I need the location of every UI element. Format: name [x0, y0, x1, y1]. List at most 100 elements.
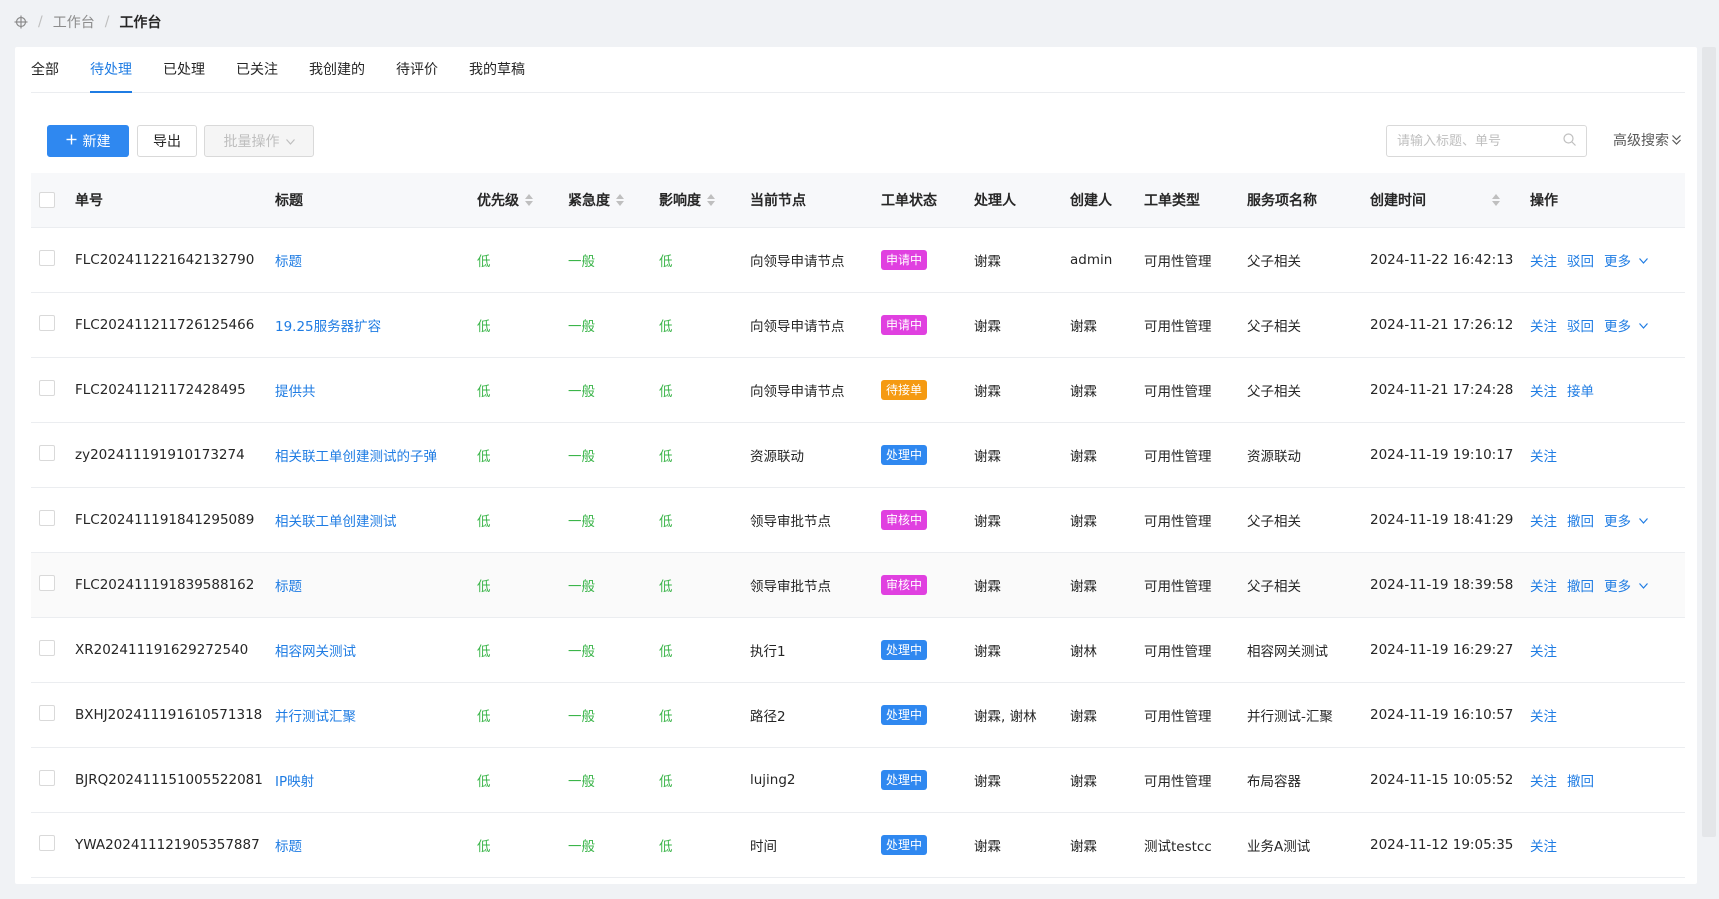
order-title-link[interactable]: 标题: [275, 835, 477, 855]
order-title-link[interactable]: IP映射: [275, 770, 477, 790]
accept-link[interactable]: 接单: [1567, 380, 1594, 400]
breadcrumb-item-workbench[interactable]: 工作台: [53, 12, 95, 32]
sort-icon[interactable]: [1492, 194, 1500, 206]
new-button[interactable]: 新建: [47, 125, 129, 157]
follow-link[interactable]: 关注: [1530, 770, 1557, 790]
search-input[interactable]: [1397, 133, 1563, 149]
table-row[interactable]: FLC202411211726125466 19.25服务器扩容低一般低向领导申请…: [31, 293, 1685, 358]
table-row[interactable]: XR202411191629272540 相容网关测试低一般低执行1 处理中 谢霖 谢林…: [31, 618, 1685, 683]
order-title-link[interactable]: 相关联工单创建测试的子弹: [275, 445, 477, 465]
search-field[interactable]: [1386, 125, 1587, 157]
created-at: 2024-11-15 10:05:52: [1370, 772, 1514, 788]
tab-processed[interactable]: 已处理: [148, 47, 221, 92]
table-header: 单号 标题 优先级 紧急度 影响度 当前节点 工单状态 处理人 创建人 工单类型…: [31, 173, 1685, 228]
order-title-link[interactable]: 19.25服务器扩容: [275, 315, 477, 335]
table-row[interactable]: FLC202411191841295089 相关联工单创建测试低一般低领导审批节点…: [31, 488, 1685, 553]
row-checkbox[interactable]: [39, 250, 55, 266]
creator: admin: [1070, 252, 1113, 268]
table-row[interactable]: zy202411191910173274 相关联工单创建测试的子弹低一般低资源联动…: [31, 423, 1685, 488]
sort-icon[interactable]: [525, 194, 533, 206]
page-scrollbar[interactable]: [1702, 47, 1716, 837]
follow-link[interactable]: 关注: [1530, 315, 1557, 335]
order-title-link[interactable]: 相容网关测试: [275, 640, 477, 660]
status-badge: 待接单: [881, 380, 928, 400]
table-row[interactable]: FLC202411221642132790 标题低一般低向领导申请节点 申请中 谢霖 a…: [31, 228, 1685, 293]
search-icon[interactable]: [1563, 132, 1576, 150]
row-checkbox[interactable]: [39, 315, 55, 331]
withdraw-link[interactable]: 撤回: [1567, 770, 1594, 790]
row-checkbox[interactable]: [39, 445, 55, 461]
order-no: XR202411191629272540: [75, 642, 249, 658]
crosshair-icon[interactable]: [14, 15, 28, 29]
breadcrumb-separator: /: [104, 14, 110, 30]
more-dropdown[interactable]: 更多: [1604, 250, 1648, 270]
order-no: zy202411191910173274: [75, 447, 245, 463]
order-no: YWA202411121905357887: [75, 837, 260, 853]
follow-link[interactable]: 关注: [1530, 835, 1557, 855]
header-impact[interactable]: 影响度: [659, 190, 750, 210]
service-name: 并行测试-汇聚: [1247, 709, 1333, 725]
table-row[interactable]: YWA202411121905357887 标题低一般低时间 处理中 谢霖 谢霖 测试te…: [31, 813, 1685, 878]
follow-link[interactable]: 关注: [1530, 705, 1557, 725]
select-all-checkbox[interactable]: [39, 192, 55, 208]
current-node: 执行1: [750, 644, 786, 660]
sort-icon[interactable]: [707, 194, 715, 206]
row-checkbox[interactable]: [39, 835, 55, 851]
tab-drafts[interactable]: 我的草稿: [454, 47, 541, 92]
row-checkbox[interactable]: [39, 380, 55, 396]
row-actions: 关注 撤回 更多: [1530, 575, 1670, 595]
workorder-table: 单号 标题 优先级 紧急度 影响度 当前节点 工单状态 处理人 创建人 工单类型…: [31, 173, 1685, 878]
created-at: 2024-11-19 16:29:27: [1370, 642, 1514, 658]
more-dropdown[interactable]: 更多: [1604, 315, 1648, 335]
follow-link[interactable]: 关注: [1530, 380, 1557, 400]
impact: 低: [659, 449, 673, 465]
follow-link[interactable]: 关注: [1530, 575, 1557, 595]
more-dropdown[interactable]: 更多: [1604, 575, 1648, 595]
follow-link[interactable]: 关注: [1530, 250, 1557, 270]
row-checkbox[interactable]: [39, 705, 55, 721]
order-title-link[interactable]: 提供共: [275, 380, 477, 400]
row-checkbox[interactable]: [39, 575, 55, 591]
follow-link[interactable]: 关注: [1530, 445, 1557, 465]
order-title-link[interactable]: 并行测试汇聚: [275, 705, 477, 725]
advanced-search-toggle[interactable]: 高级搜索: [1613, 125, 1681, 157]
created-at: 2024-11-19 16:10:57: [1370, 707, 1514, 723]
scrollbar-thumb[interactable]: [1702, 47, 1716, 837]
reject-link[interactable]: 驳回: [1567, 315, 1594, 335]
order-title-link[interactable]: 相关联工单创建测试: [275, 510, 477, 530]
tab-to-evaluate[interactable]: 待评价: [381, 47, 454, 92]
header-priority[interactable]: 优先级: [477, 190, 568, 210]
reject-link[interactable]: 驳回: [1567, 250, 1594, 270]
table-row[interactable]: BXHJ202411191610571318 并行测试汇聚低一般低路径2 处理中 谢霖…: [31, 683, 1685, 748]
tab-pending[interactable]: 待处理: [75, 47, 148, 93]
withdraw-link[interactable]: 撤回: [1567, 575, 1594, 595]
header-created-at[interactable]: 创建时间: [1370, 190, 1530, 210]
batch-operation-label: 批量操作: [223, 134, 280, 150]
order-title-link[interactable]: 标题: [275, 575, 477, 595]
created-at: 2024-11-19 19:10:17: [1370, 447, 1514, 463]
table-row[interactable]: BJRQ202411151005522081 IP映射低一般低 lujing2 处理中…: [31, 748, 1685, 813]
table-row[interactable]: FLC20241121172428495 提供共低一般低向领导申请节点 待接单 谢霖谢…: [31, 358, 1685, 423]
follow-link[interactable]: 关注: [1530, 510, 1557, 530]
sort-icon[interactable]: [616, 194, 624, 206]
row-checkbox[interactable]: [39, 770, 55, 786]
withdraw-link[interactable]: 撤回: [1567, 510, 1594, 530]
more-dropdown[interactable]: 更多: [1604, 510, 1648, 530]
urgency: 一般: [568, 254, 595, 270]
order-title-link[interactable]: 标题: [275, 250, 477, 270]
priority: 低: [477, 514, 491, 530]
creator: 谢霖: [1070, 514, 1097, 530]
status-badge: 处理中: [881, 770, 928, 790]
header-urgency[interactable]: 紧急度: [568, 190, 659, 210]
follow-link[interactable]: 关注: [1530, 640, 1557, 660]
tab-created-by-me[interactable]: 我创建的: [294, 47, 381, 92]
tab-all[interactable]: 全部: [31, 47, 75, 92]
table-row[interactable]: FLC202411191839588162 标题低一般低领导审批节点 审核中 谢霖 谢霖…: [31, 553, 1685, 618]
tab-followed[interactable]: 已关注: [221, 47, 294, 92]
row-checkbox[interactable]: [39, 640, 55, 656]
row-checkbox[interactable]: [39, 510, 55, 526]
export-button[interactable]: 导出: [137, 125, 197, 157]
chevron-down-icon: [285, 133, 295, 149]
batch-operation-dropdown[interactable]: 批量操作: [204, 125, 314, 157]
impact: 低: [659, 644, 673, 660]
